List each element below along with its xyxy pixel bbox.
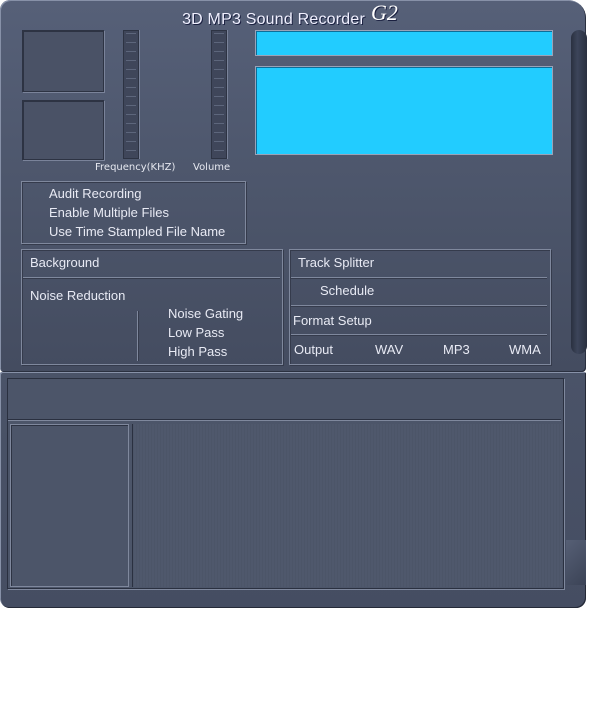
format-wav-option[interactable]: WAV [375,342,403,357]
option-audit-recording[interactable]: Audit Recording [49,186,142,201]
divider [23,277,280,278]
frequency-label: Frequency(KHZ) [95,162,176,173]
low-pass-option[interactable]: Low Pass [168,325,224,340]
divider [291,334,547,335]
status-display [255,66,553,155]
divider [291,277,547,278]
background-button[interactable]: Background [30,255,99,270]
volume-label: Volume [193,162,231,173]
filename-display[interactable] [255,30,553,56]
frequency-meter[interactable] [123,30,139,159]
main-panel: 3D MP3 Sound Recorder G2 Frequency(KHZ) V… [0,0,587,372]
format-mp3-option[interactable]: MP3 [443,342,470,357]
option-enable-multiple-files[interactable]: Enable Multiple Files [49,205,169,220]
option-time-stamped-filename[interactable]: Use Time Stampled File Name [49,224,225,239]
lower-corner-notch [566,540,586,585]
divider [291,305,547,306]
display-box-top [22,30,104,92]
app-version: G2 [371,0,398,25]
noise-reduction-label[interactable]: Noise Reduction [30,288,125,303]
volume-meter[interactable] [211,30,227,159]
output-label: Output [294,342,334,357]
high-pass-option[interactable]: High Pass [168,344,227,359]
track-splitter-button[interactable]: Track Splitter [298,255,374,270]
noise-gating-option[interactable]: Noise Gating [168,306,243,321]
lower-panel [0,372,586,608]
lower-top-strip [8,379,561,420]
lower-inner-frame [7,378,564,589]
format-setup-button[interactable]: Format Setup [293,313,372,328]
format-wma-option[interactable]: WMA [509,342,541,357]
side-grip[interactable] [571,30,587,354]
divider [137,311,138,361]
title-bar[interactable]: 3D MP3 Sound Recorder G2 [20,0,560,28]
display-box-bottom [22,100,104,160]
app-title: 3D MP3 Sound Recorder [182,11,366,28]
schedule-button[interactable]: Schedule [320,283,374,298]
lower-right-area [132,424,562,587]
lower-left-box [10,424,129,587]
